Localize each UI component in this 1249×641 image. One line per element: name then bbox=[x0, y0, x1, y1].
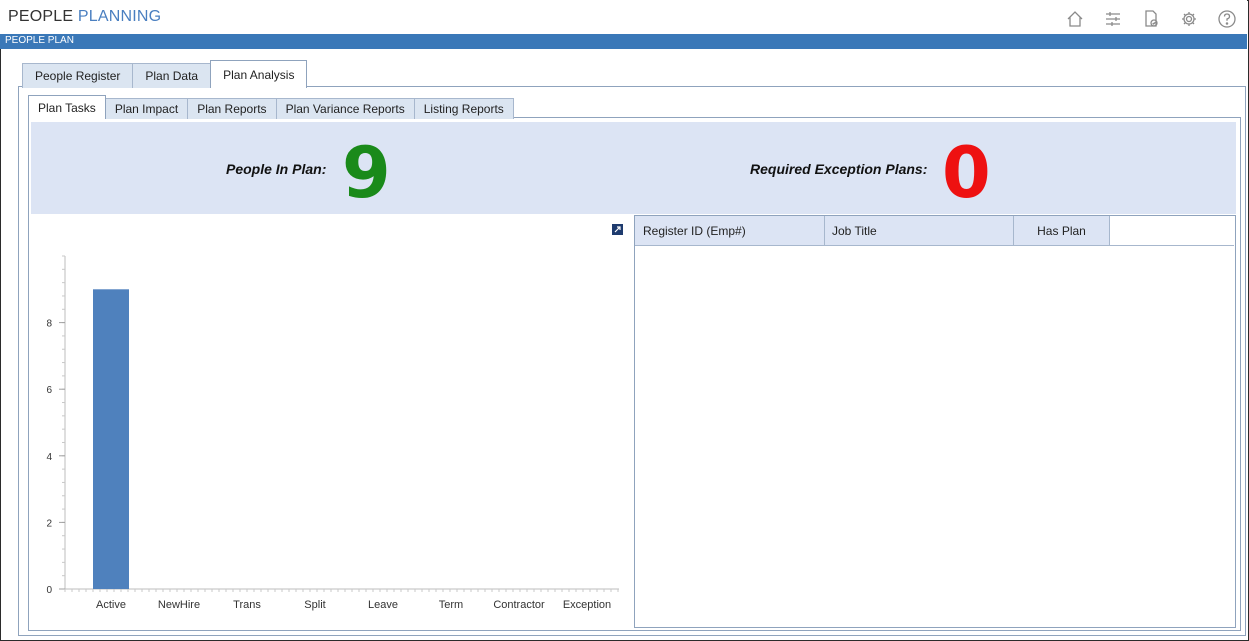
column-header-register-id[interactable]: Register ID (Emp#) bbox=[635, 216, 825, 246]
required-exception-plans-label: Required Exception Plans: bbox=[750, 161, 928, 177]
tab-people-register[interactable]: People Register bbox=[22, 63, 134, 88]
tab-plan-variance-reports[interactable]: Plan Variance Reports bbox=[275, 98, 415, 119]
required-exception-plans-value: 0 bbox=[942, 132, 991, 214]
x-tick-label: Split bbox=[304, 599, 325, 611]
people-in-plan-label: People In Plan: bbox=[226, 161, 327, 177]
outer-tabs: People Register Plan Data Plan Analysis bbox=[22, 60, 308, 88]
tab-plan-tasks[interactable]: Plan Tasks bbox=[28, 95, 106, 119]
x-tick-label: Trans bbox=[233, 599, 261, 611]
people-in-plan-value: 9 bbox=[342, 132, 391, 214]
section-title: PEOPLE PLAN bbox=[5, 35, 74, 46]
title-bar: PEOPLE PLANNING bbox=[0, 0, 1247, 34]
y-tick-label: 4 bbox=[46, 452, 52, 463]
grid-header: Register ID (Emp#) Job Title Has Plan bbox=[635, 216, 1110, 246]
tab-listing-reports[interactable]: Listing Reports bbox=[413, 98, 514, 119]
data-grid: Register ID (Emp#) Job Title Has Plan bbox=[634, 215, 1236, 628]
y-tick-label: 8 bbox=[46, 319, 52, 330]
settings-icon[interactable] bbox=[1177, 8, 1201, 30]
x-tick-label: Exception bbox=[563, 599, 611, 611]
toolbar bbox=[1063, 8, 1239, 30]
x-tick-label: Active bbox=[96, 599, 126, 611]
tab-plan-reports[interactable]: Plan Reports bbox=[187, 98, 277, 119]
bar-active bbox=[93, 289, 129, 589]
section-header-bar: PEOPLE PLAN bbox=[0, 34, 1247, 49]
stats-panel: People In Plan: 9 Required Exception Pla… bbox=[31, 122, 1236, 214]
tab-plan-analysis[interactable]: Plan Analysis bbox=[210, 60, 308, 88]
app-title-part2: PLANNING bbox=[77, 8, 162, 25]
app-title-part1: PEOPLE bbox=[8, 8, 74, 25]
tab-plan-data[interactable]: Plan Data bbox=[132, 63, 212, 88]
bar-chart: 0 2 4 6 8 Active NewHire Trans Split Leave Term Con… bbox=[46, 255, 619, 611]
document-check-icon[interactable] bbox=[1139, 8, 1163, 30]
y-tick-label: 0 bbox=[46, 585, 52, 596]
grid-header-filler bbox=[1110, 216, 1234, 246]
column-header-has-plan[interactable]: Has Plan bbox=[1014, 216, 1110, 246]
inner-tabs: Plan Tasks Plan Impact Plan Reports Plan… bbox=[28, 95, 514, 119]
app-title: PEOPLE PLANNING bbox=[8, 8, 161, 26]
home-icon[interactable] bbox=[1063, 8, 1087, 30]
tab-plan-impact[interactable]: Plan Impact bbox=[104, 98, 189, 119]
column-header-job-title[interactable]: Job Title bbox=[825, 216, 1014, 246]
help-icon[interactable] bbox=[1215, 8, 1239, 30]
expand-icon[interactable] bbox=[612, 224, 623, 235]
y-tick-label: 2 bbox=[46, 518, 52, 529]
chart-panel: 0 2 4 6 8 Active NewHire Trans Split Leave Term Con… bbox=[31, 216, 631, 628]
sliders-icon[interactable] bbox=[1101, 8, 1125, 30]
x-tick-label: NewHire bbox=[158, 599, 200, 611]
x-tick-label: Term bbox=[439, 599, 463, 611]
y-tick-label: 6 bbox=[46, 385, 52, 396]
x-tick-label: Leave bbox=[368, 599, 398, 611]
x-tick-label: Contractor bbox=[493, 599, 545, 611]
